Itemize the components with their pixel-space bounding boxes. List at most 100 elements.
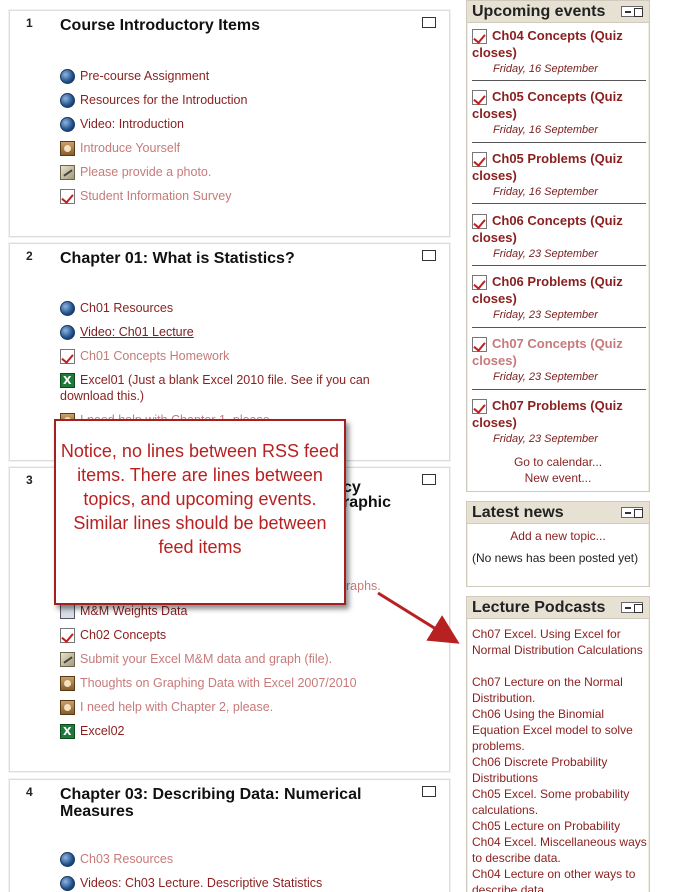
annotation-callout: Notice, no lines between RSS feed items.…	[54, 419, 346, 605]
podcast-feed-item[interactable]: Ch07 Excel. Using Excel for Normal Distr…	[472, 626, 648, 658]
event-item[interactable]: Ch07 Problems (Quiz closes) Friday, 23 Se…	[472, 397, 648, 446]
forum-icon	[60, 141, 75, 156]
topic-number: 4	[26, 785, 33, 799]
podcast-feed-item[interactable]: Ch05 Lecture on Probability	[472, 818, 648, 834]
topic-title: Course Introductory Items	[60, 17, 261, 34]
no-news-message: (No news has been posted yet)	[472, 551, 639, 565]
upcoming-events-block: Upcoming events Ch04 Concepts (Quiz clos…	[466, 0, 650, 492]
event-separator	[472, 389, 646, 390]
quiz-icon	[472, 90, 487, 105]
block-title: Lecture Podcasts	[472, 599, 606, 616]
topic-title: Chapter 01: What is Statistics?	[60, 250, 295, 267]
excel-icon	[60, 373, 75, 389]
latest-news-block: Latest news Add a new topic... (No news …	[466, 501, 650, 587]
annotation-text: Notice, no lines between RSS feed items.…	[60, 441, 340, 557]
activity-link[interactable]: Videos: Ch03 Lecture. Descriptive Statis…	[60, 875, 400, 891]
activity-link[interactable]: Ch01 Concepts Homework	[60, 348, 400, 364]
new-event-link[interactable]: New event...	[468, 471, 648, 485]
activity-link[interactable]: Student Information Survey	[60, 188, 400, 204]
block-dock-hide-icon[interactable]	[621, 507, 643, 518]
quiz-icon	[472, 214, 487, 229]
block-dock-hide-icon[interactable]	[621, 6, 643, 17]
topic-number: 2	[26, 249, 33, 263]
activity-link[interactable]: M&M Weights Data	[60, 603, 400, 619]
block-header: Latest news	[467, 502, 649, 524]
topic-section-4: 4 Chapter 03: Describing Data: Numerical…	[9, 779, 450, 892]
globe-icon	[60, 852, 75, 867]
quiz-icon	[60, 349, 75, 364]
activity-link[interactable]: Resources for the Introduction	[60, 92, 400, 108]
block-header: Lecture Podcasts	[467, 597, 649, 619]
block-title: Latest news	[472, 504, 564, 521]
activity-link[interactable]: Ch03 Resources	[60, 851, 400, 867]
podcast-feed-item[interactable]: Ch06 Discrete Probability Distributions	[472, 754, 648, 786]
topic-section-1: 1 Course Introductory Items Pre-course A…	[9, 10, 450, 237]
quiz-icon	[472, 29, 487, 44]
forum-icon	[60, 700, 75, 715]
go-to-calendar-link[interactable]: Go to calendar...	[468, 455, 648, 469]
topic-highlight-checkbox[interactable]	[422, 786, 436, 797]
file-icon	[60, 604, 75, 619]
globe-icon	[60, 876, 75, 891]
block-content: Add a new topic... (No news has been pos…	[468, 524, 648, 586]
topic-title-fragment: raphic	[343, 494, 392, 511]
event-separator	[472, 327, 646, 328]
activity-link[interactable]: Please provide a photo.	[60, 164, 400, 180]
block-dock-hide-icon[interactable]	[621, 602, 643, 613]
block-header: Upcoming events	[467, 1, 649, 23]
event-item[interactable]: Ch07 Concepts (Quiz closes) Friday, 23 Se…	[472, 335, 648, 384]
activity-link[interactable]: Excel01 (Just a blank Excel 2010 file. S…	[60, 372, 400, 404]
podcast-feed-item[interactable]: Ch06 Using the Binomial Equation Excel m…	[472, 706, 648, 754]
topic-highlight-checkbox[interactable]	[422, 474, 436, 485]
block-title: Upcoming events	[472, 3, 606, 20]
activity-link-fragment[interactable]: raphs.	[346, 579, 381, 593]
activity-link[interactable]: Video: Introduction	[60, 116, 400, 132]
assignment-icon	[60, 652, 75, 667]
globe-icon	[60, 69, 75, 84]
quiz-icon	[60, 628, 75, 643]
lecture-podcasts-block: Lecture Podcasts Ch07 Excel. Using Excel…	[466, 596, 650, 892]
activity-link[interactable]: Ch02 Concepts	[60, 627, 400, 643]
activity-link[interactable]: Introduce Yourself	[60, 140, 400, 156]
topic-highlight-checkbox[interactable]	[422, 250, 436, 261]
excel-icon	[60, 724, 75, 740]
quiz-icon	[472, 152, 487, 167]
block-content: Ch07 Excel. Using Excel for Normal Distr…	[468, 619, 648, 892]
activity-link[interactable]: Pre-course Assignment	[60, 68, 400, 84]
activity-link[interactable]: Submit your Excel M&M data and graph (fi…	[60, 651, 400, 667]
event-item[interactable]: Ch05 Concepts (Quiz closes) Friday, 16 Se…	[472, 88, 648, 137]
globe-icon	[60, 93, 75, 108]
assignment-icon	[60, 165, 75, 180]
event-item[interactable]: Ch05 Problems (Quiz closes) Friday, 16 Se…	[472, 150, 648, 199]
event-item[interactable]: Ch06 Problems (Quiz closes) Friday, 23 Se…	[472, 273, 648, 322]
event-separator	[472, 203, 646, 204]
podcast-feed-item[interactable]: Ch05 Excel. Some probability calculation…	[472, 786, 648, 818]
activity-link[interactable]: I need help with Chapter 2, please.	[60, 699, 400, 715]
globe-icon	[60, 325, 75, 340]
quiz-icon	[472, 275, 487, 290]
activity-link[interactable]: Video: Ch01 Lecture	[60, 324, 400, 340]
topic-number: 3	[26, 473, 33, 487]
event-separator	[472, 142, 646, 143]
activity-link[interactable]: Ch01 Resources	[60, 300, 400, 316]
quiz-icon	[60, 189, 75, 204]
event-item[interactable]: Ch06 Concepts (Quiz closes) Friday, 23 Se…	[472, 212, 648, 261]
quiz-icon	[472, 399, 487, 414]
podcast-feed-item[interactable]: Ch04 Lecture on other ways to describe d…	[472, 866, 648, 892]
add-new-topic-link[interactable]: Add a new topic...	[468, 529, 648, 543]
event-item[interactable]: Ch04 Concepts (Quiz closes) Friday, 16 Se…	[472, 27, 648, 76]
activity-link[interactable]: Excel02	[60, 723, 400, 740]
podcast-feed-item[interactable]: Ch07 Lecture on the Normal Distribution.	[472, 674, 648, 706]
globe-icon	[60, 301, 75, 316]
activity-link[interactable]: Thoughts on Graphing Data with Excel 200…	[60, 675, 400, 691]
event-separator	[472, 265, 646, 266]
quiz-icon	[472, 337, 487, 352]
block-content: Ch04 Concepts (Quiz closes) Friday, 16 Se…	[468, 23, 648, 491]
podcast-feed-item[interactable]: Ch04 Excel. Miscellaneous ways to descri…	[472, 834, 648, 866]
topic-number: 1	[26, 16, 33, 30]
event-separator	[472, 80, 646, 81]
topic-title: Chapter 03: Describing Data: Numerical M…	[60, 786, 362, 820]
globe-icon	[60, 117, 75, 132]
forum-icon	[60, 676, 75, 691]
topic-highlight-checkbox[interactable]	[422, 17, 436, 28]
